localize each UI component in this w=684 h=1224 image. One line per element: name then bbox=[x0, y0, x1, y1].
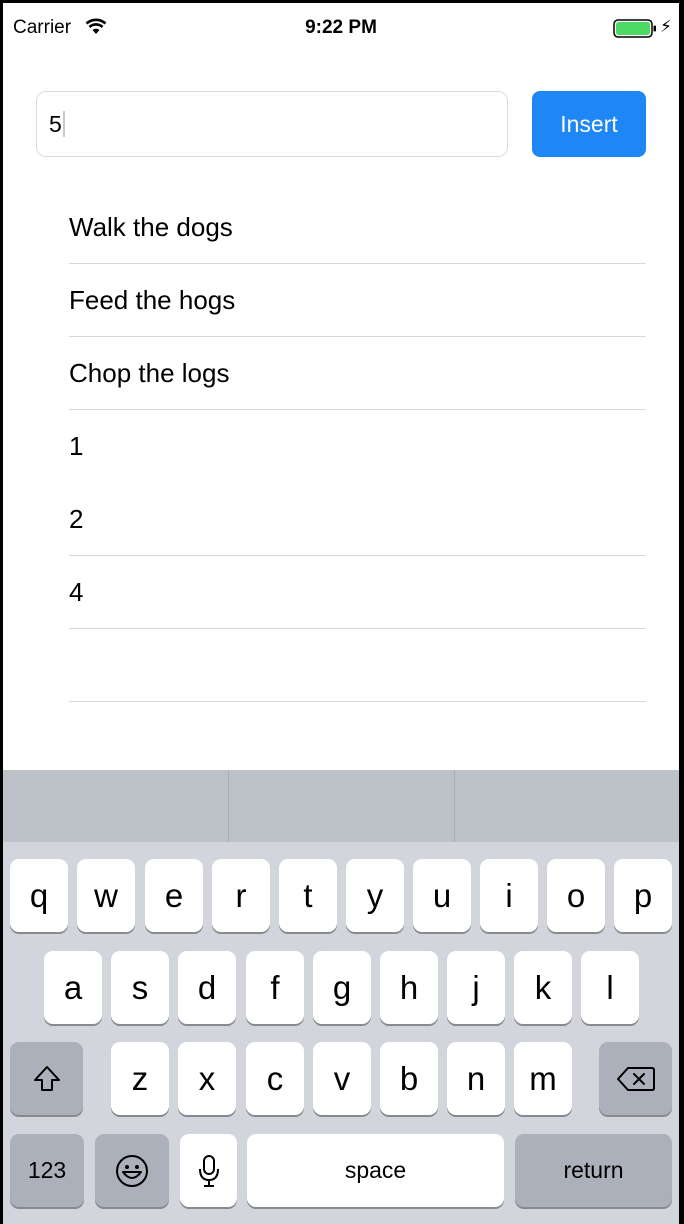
list-item[interactable]: 2 bbox=[69, 483, 646, 556]
key-v[interactable]: v bbox=[313, 1042, 371, 1115]
list-item[interactable]: Feed the hogs bbox=[69, 264, 646, 337]
status-bar: Carrier 9:22 PM ⚡ bbox=[3, 3, 679, 51]
key-z[interactable]: z bbox=[111, 1042, 169, 1115]
key-k[interactable]: k bbox=[514, 951, 572, 1024]
clock-time: 9:22 PM bbox=[305, 17, 377, 38]
microphone-icon bbox=[198, 1154, 219, 1187]
emoji-key[interactable] bbox=[95, 1134, 169, 1207]
todo-list: Walk the dogs Feed the hogs Chop the log… bbox=[69, 191, 646, 702]
key-c[interactable]: c bbox=[246, 1042, 304, 1115]
list-item[interactable]: Chop the logs bbox=[69, 337, 646, 410]
key-p[interactable]: p bbox=[614, 859, 672, 932]
list-item[interactable] bbox=[69, 629, 646, 702]
text-input[interactable]: 5 bbox=[36, 91, 508, 157]
key-e[interactable]: e bbox=[145, 859, 203, 932]
key-o[interactable]: o bbox=[547, 859, 605, 932]
delete-key[interactable] bbox=[599, 1042, 672, 1115]
shift-icon bbox=[33, 1065, 60, 1091]
app-screen: Carrier 9:22 PM ⚡ 5 Insert Walk the dogs… bbox=[3, 3, 679, 1224]
predictive-divider bbox=[454, 770, 455, 842]
delete-icon bbox=[616, 1066, 655, 1091]
key-j[interactable]: j bbox=[447, 951, 505, 1024]
key-x[interactable]: x bbox=[178, 1042, 236, 1115]
keyboard: q w e r t y u i o p a s d f g h j k l z … bbox=[3, 770, 679, 1224]
charging-icon: ⚡ bbox=[660, 17, 672, 36]
key-g[interactable]: g bbox=[313, 951, 371, 1024]
key-t[interactable]: t bbox=[279, 859, 337, 932]
key-y[interactable]: y bbox=[346, 859, 404, 932]
key-m[interactable]: m bbox=[514, 1042, 572, 1115]
key-a[interactable]: a bbox=[44, 951, 102, 1024]
key-u[interactable]: u bbox=[413, 859, 471, 932]
list-item[interactable]: 1 bbox=[69, 410, 646, 483]
shift-key[interactable] bbox=[10, 1042, 83, 1115]
predictive-bar[interactable] bbox=[3, 770, 679, 842]
key-d[interactable]: d bbox=[178, 951, 236, 1024]
insert-button[interactable]: Insert bbox=[532, 91, 646, 157]
key-q[interactable]: q bbox=[10, 859, 68, 932]
space-key[interactable]: space bbox=[247, 1134, 504, 1207]
key-i[interactable]: i bbox=[480, 859, 538, 932]
emoji-icon bbox=[116, 1154, 148, 1187]
key-s[interactable]: s bbox=[111, 951, 169, 1024]
key-n[interactable]: n bbox=[447, 1042, 505, 1115]
key-h[interactable]: h bbox=[380, 951, 438, 1024]
list-item[interactable]: Walk the dogs bbox=[69, 191, 646, 264]
key-r[interactable]: r bbox=[212, 859, 270, 932]
predictive-divider bbox=[228, 770, 229, 842]
battery-icon bbox=[613, 19, 657, 44]
key-b[interactable]: b bbox=[380, 1042, 438, 1115]
key-w[interactable]: w bbox=[77, 859, 135, 932]
text-cursor bbox=[62, 111, 65, 137]
key-l[interactable]: l bbox=[581, 951, 639, 1024]
key-f[interactable]: f bbox=[246, 951, 304, 1024]
return-key[interactable]: return bbox=[515, 1134, 672, 1207]
text-input-value: 5 bbox=[49, 110, 62, 137]
list-item[interactable]: 4 bbox=[69, 556, 646, 629]
dictation-key[interactable] bbox=[180, 1134, 237, 1207]
numbers-key[interactable]: 123 bbox=[10, 1134, 84, 1207]
